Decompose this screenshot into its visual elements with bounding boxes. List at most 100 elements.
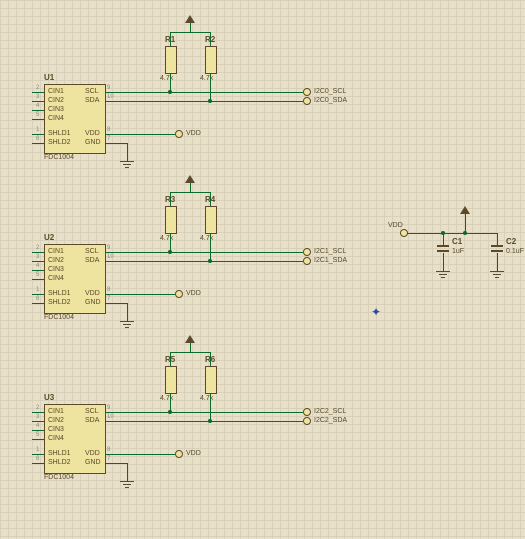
- junction: [208, 419, 212, 423]
- net-vdd-u1: VDD: [186, 130, 201, 137]
- u2-pn1: 1: [36, 287, 39, 293]
- val-r3: 4.7k: [160, 235, 173, 242]
- wire: [190, 342, 191, 352]
- wire: [32, 294, 44, 295]
- wire: [127, 143, 128, 161]
- u3-pn4: 4: [36, 423, 39, 429]
- u1-vdd: VDD: [85, 130, 100, 137]
- junction: [208, 99, 212, 103]
- wire: [105, 303, 127, 304]
- term-u3-vdd[interactable]: [175, 450, 183, 458]
- junction: [168, 410, 172, 414]
- wire: [210, 192, 211, 206]
- wire: [32, 134, 44, 135]
- term-i2c2-sda[interactable]: [303, 417, 311, 425]
- gnd-u1: [120, 161, 134, 171]
- term-u2-vdd[interactable]: [175, 290, 183, 298]
- wire: [210, 352, 211, 366]
- u1-pn1: 1: [36, 127, 39, 133]
- wire: [170, 352, 211, 353]
- res-r4[interactable]: [205, 206, 217, 234]
- wire: [210, 393, 211, 421]
- net-sda1: I2C1_SDA: [314, 257, 347, 264]
- net-sda0: I2C0_SDA: [314, 97, 347, 104]
- u1-pn5: 5: [36, 112, 39, 118]
- u3-pn3: 3: [36, 414, 39, 420]
- u3-pn5: 5: [36, 432, 39, 438]
- part-u1: FDC1004: [44, 154, 74, 161]
- wire: [32, 270, 44, 271]
- term-i2c2-scl[interactable]: [303, 408, 311, 416]
- wire: [210, 73, 211, 101]
- wire: [443, 253, 444, 271]
- part-u3: FDC1004: [44, 474, 74, 481]
- wire: [210, 32, 211, 46]
- u3-sda: SDA: [85, 417, 99, 424]
- u2-cin4: CIN4: [48, 275, 64, 282]
- term-i2c1-scl[interactable]: [303, 248, 311, 256]
- res-r1[interactable]: [165, 46, 177, 74]
- gnd-c1: [436, 271, 450, 281]
- u2-shld1: SHLD1: [48, 290, 71, 297]
- u3-pn6: 6: [36, 456, 39, 462]
- val-c2: 0.1uF: [506, 248, 524, 255]
- schematic-canvas[interactable]: U1 FDC1004 CIN1 CIN2 CIN3 CIN4 SHLD1 SHL…: [0, 0, 525, 539]
- u2-pn8: 8: [107, 287, 110, 293]
- wire-u3-scl: [105, 412, 303, 413]
- wire: [32, 303, 44, 304]
- u2-pn2: 2: [36, 245, 39, 251]
- wire-u2-vdd: [105, 294, 175, 295]
- wire: [32, 439, 44, 440]
- wire: [32, 421, 44, 422]
- wire: [465, 213, 466, 233]
- u2-pn3: 3: [36, 254, 39, 260]
- u3-pn7: 7: [107, 456, 110, 462]
- res-r6[interactable]: [205, 366, 217, 394]
- power-arrow-caps: [460, 206, 470, 214]
- u3-cin1: CIN1: [48, 408, 64, 415]
- u2-pn9: 9: [107, 245, 110, 251]
- u3-vdd: VDD: [85, 450, 100, 457]
- u3-cin2: CIN2: [48, 417, 64, 424]
- wire: [170, 192, 211, 193]
- u2-sda: SDA: [85, 257, 99, 264]
- wire: [32, 279, 44, 280]
- wire-u3-sda: [105, 421, 303, 422]
- junction: [463, 231, 467, 235]
- wire: [127, 463, 128, 481]
- wire: [407, 233, 497, 234]
- u2-pn7: 7: [107, 296, 110, 302]
- u3-pn9: 9: [107, 405, 110, 411]
- term-u1-vdd[interactable]: [175, 130, 183, 138]
- wire: [190, 182, 191, 192]
- wire: [32, 101, 44, 102]
- val-r6: 4.7k: [200, 395, 213, 402]
- res-r2[interactable]: [205, 46, 217, 74]
- u2-scl: SCL: [85, 248, 99, 255]
- term-i2c1-sda[interactable]: [303, 257, 311, 265]
- wire: [105, 143, 127, 144]
- net-sda2: I2C2_SDA: [314, 417, 347, 424]
- u1-cin1: CIN1: [48, 88, 64, 95]
- term-i2c0-scl[interactable]: [303, 88, 311, 96]
- u1-pn9: 9: [107, 85, 110, 91]
- u2-pn4: 4: [36, 263, 39, 269]
- u1-cin2: CIN2: [48, 97, 64, 104]
- term-i2c0-sda[interactable]: [303, 97, 311, 105]
- u2-cin3: CIN3: [48, 266, 64, 273]
- gnd-c2: [490, 271, 504, 281]
- wire: [32, 454, 44, 455]
- res-r5[interactable]: [165, 366, 177, 394]
- u1-sda: SDA: [85, 97, 99, 104]
- u1-pn2: 2: [36, 85, 39, 91]
- u2-pn6: 6: [36, 296, 39, 302]
- val-r5: 4.7k: [160, 395, 173, 402]
- wire: [32, 430, 44, 431]
- wire-u2-sda: [105, 261, 303, 262]
- res-r3[interactable]: [165, 206, 177, 234]
- cursor-crosshair: ✦: [371, 305, 381, 319]
- ref-c1: C1: [452, 237, 462, 246]
- val-c1: 1uF: [452, 248, 464, 255]
- u1-pn7: 7: [107, 136, 110, 142]
- u3-pn1: 1: [36, 447, 39, 453]
